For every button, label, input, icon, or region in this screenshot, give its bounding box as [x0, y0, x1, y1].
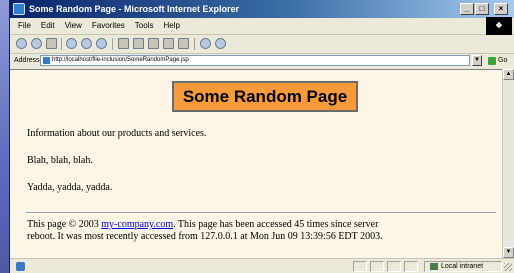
messenger-icon[interactable]	[215, 38, 226, 49]
done-icon	[16, 262, 25, 271]
favorites-icon[interactable]	[118, 38, 129, 49]
menu-help[interactable]: Help	[158, 18, 184, 34]
status-panel	[353, 261, 367, 272]
forward-icon[interactable]	[31, 38, 42, 49]
status-panel	[404, 261, 418, 272]
horizontal-rule	[26, 212, 496, 214]
ie-icon	[13, 3, 25, 15]
edit-icon[interactable]	[178, 38, 189, 49]
home-icon[interactable]	[81, 38, 92, 49]
toolbar-separator	[194, 38, 195, 50]
scroll-up-icon[interactable]: ▲	[503, 69, 514, 80]
status-bar: Local intranet	[10, 258, 514, 273]
screen: Some Random Page - Microsoft Internet Ex…	[0, 0, 514, 273]
back-icon[interactable]	[16, 38, 27, 49]
toolbar-separator	[112, 38, 113, 50]
print-icon[interactable]	[163, 38, 174, 49]
resize-grip-icon[interactable]	[504, 263, 512, 271]
close-button[interactable]: ×	[494, 3, 508, 15]
window-title: Some Random Page - Microsoft Internet Ex…	[29, 4, 240, 14]
page-content: Some Random Page Information about our p…	[10, 69, 502, 259]
footer-access-count: . This page has been accessed 45 times s…	[173, 219, 379, 230]
menu-favorites[interactable]: Favorites	[87, 18, 130, 34]
status-panel	[370, 261, 384, 272]
go-arrow-icon[interactable]	[488, 57, 496, 65]
toolbar	[10, 35, 514, 54]
menu-file[interactable]: File	[10, 18, 36, 34]
scroll-down-icon[interactable]: ▼	[503, 247, 514, 258]
address-input[interactable]: http://localhost/file-inclusion/SomeRand…	[40, 55, 470, 66]
vertical-scrollbar[interactable]: ▲ ▼	[502, 69, 514, 258]
go-button[interactable]: Go	[498, 54, 507, 68]
address-label: Address	[14, 57, 40, 64]
address-bar: Address http://localhost/file-inclusion/…	[10, 54, 514, 68]
paragraph-products: Information about our products and servi…	[27, 128, 207, 139]
address-dropdown-icon[interactable]: ▼	[472, 55, 482, 66]
footer-last-access: reboot. It was most recently accessed fr…	[27, 231, 383, 242]
discuss-icon[interactable]	[200, 38, 211, 49]
browser-window: Some Random Page - Microsoft Internet Ex…	[9, 0, 514, 273]
title-bar[interactable]: Some Random Page - Microsoft Internet Ex…	[10, 0, 514, 18]
stop-icon[interactable]	[46, 38, 57, 49]
windows-logo-throbber: ❖	[486, 17, 512, 35]
address-url: http://localhost/file-inclusion/SomeRand…	[52, 57, 189, 63]
footer-copyright: This page © 2003	[27, 219, 102, 230]
company-link[interactable]: my-company.com	[101, 219, 173, 230]
menu-bar: File Edit View Favorites Tools Help	[10, 18, 514, 35]
menu-edit[interactable]: Edit	[36, 18, 60, 34]
search-icon[interactable]	[96, 38, 107, 49]
paragraph-yadda: Yadda, yadda, yadda.	[27, 182, 113, 193]
minimize-button[interactable]: _	[460, 3, 474, 15]
history-icon[interactable]	[133, 38, 144, 49]
refresh-icon[interactable]	[66, 38, 77, 49]
menu-tools[interactable]: Tools	[130, 18, 159, 34]
page-heading: Some Random Page	[182, 87, 348, 106]
menu-view[interactable]: View	[60, 18, 87, 34]
page-icon	[43, 57, 50, 64]
maximize-button[interactable]: □	[475, 3, 489, 15]
toolbar-separator	[61, 38, 62, 50]
intranet-zone-icon	[430, 263, 438, 270]
paragraph-blah: Blah, blah, blah.	[27, 155, 93, 166]
page-footer: This page © 2003 my-company.com. This pa…	[27, 219, 497, 243]
page-heading-box: Some Random Page	[172, 81, 358, 112]
desktop-edge	[0, 0, 9, 273]
mail-icon[interactable]	[148, 38, 159, 49]
status-panel	[387, 261, 401, 272]
zone-label: Local intranet	[441, 263, 484, 270]
